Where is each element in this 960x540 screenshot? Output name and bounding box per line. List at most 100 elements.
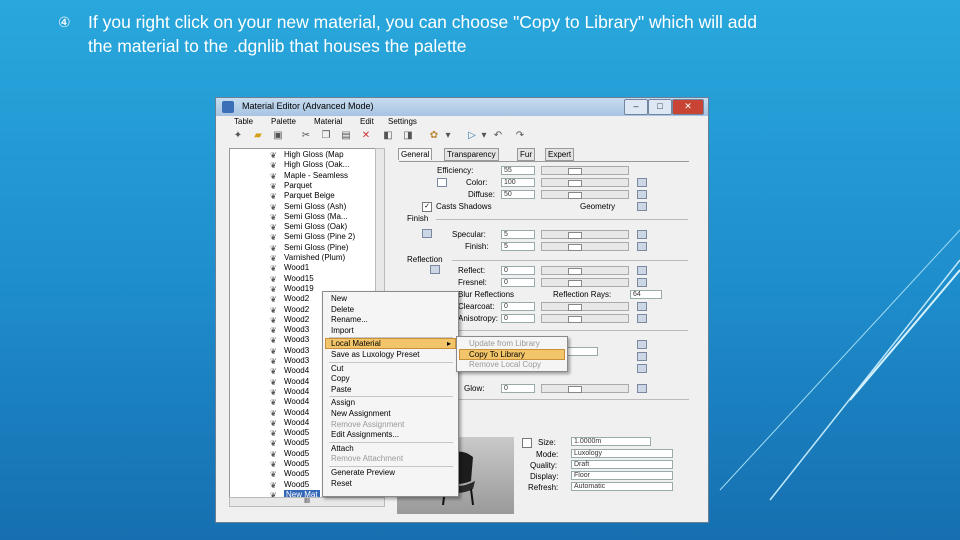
tree-row[interactable]: ❦ Semi Gloss (Ash) <box>230 202 380 212</box>
clearcoat-map-button[interactable] <box>637 302 647 311</box>
clearcoat-field[interactable]: 0 <box>501 302 535 311</box>
map-button-2[interactable] <box>637 352 647 361</box>
tab-fur[interactable]: Fur <box>517 148 535 161</box>
attach-icon[interactable]: ◨ <box>402 130 414 142</box>
color-map-icon[interactable] <box>637 178 647 187</box>
tree-horizontal-scrollbar[interactable]: III <box>229 497 385 507</box>
reflection-rays-field[interactable]: 64 <box>630 290 662 299</box>
tree-row[interactable]: ❦ Semi Gloss (Oak) <box>230 222 380 232</box>
copy-icon[interactable]: ❐ <box>320 130 332 142</box>
color-swatch[interactable] <box>437 178 447 187</box>
finish-map-button[interactable] <box>637 242 647 251</box>
assign-icon[interactable]: ◧ <box>382 130 394 142</box>
fresnel-field[interactable]: 0 <box>501 278 535 287</box>
title-bar[interactable]: Material Editor (Advanced Mode) – □ ✕ <box>216 98 708 116</box>
context-menu-item[interactable]: Assign <box>331 398 355 407</box>
new-icon[interactable]: ✦ <box>232 130 244 142</box>
casts-shadows-checkbox[interactable]: ✓ <box>422 202 432 212</box>
diffuse-field[interactable]: 50 <box>501 190 535 199</box>
menu-table[interactable]: Table <box>234 117 253 126</box>
specular-slider[interactable] <box>541 230 629 239</box>
submenu-item[interactable]: Remove Local Copy <box>469 360 541 369</box>
close-button[interactable]: ✕ <box>672 99 704 115</box>
mode-select[interactable]: Luxology <box>571 449 673 458</box>
hidden-value-field[interactable] <box>566 347 598 356</box>
refresh-select[interactable]: Automatic <box>571 482 673 491</box>
efficiency-field[interactable]: 55 <box>501 166 535 175</box>
tree-row[interactable]: ❦ Semi Gloss (Pine 2) <box>230 232 380 242</box>
context-menu-item[interactable]: New <box>331 294 347 303</box>
efficiency-slider[interactable] <box>541 166 629 175</box>
context-menu-item[interactable]: Cut <box>331 364 343 373</box>
tree-row[interactable]: ❦ High Gloss (Map <box>230 150 380 160</box>
palette-icon[interactable]: ✿ <box>428 130 440 142</box>
undo-icon[interactable]: ↶ <box>492 130 504 142</box>
tree-row[interactable]: ❦ Wood1 <box>230 263 380 273</box>
size-checkbox[interactable] <box>522 438 532 448</box>
context-menu-item[interactable]: Attach <box>331 444 354 453</box>
maximize-button[interactable]: □ <box>648 99 672 115</box>
context-menu-item[interactable]: Reset <box>331 479 352 488</box>
geometry-map-icon[interactable] <box>637 202 647 211</box>
copy-to-library-item[interactable]: Copy To Library <box>469 350 525 359</box>
open-folder-icon[interactable]: ▰ <box>252 130 264 142</box>
tab-expert[interactable]: Expert <box>545 148 575 161</box>
tree-row[interactable]: ❦ Wood15 <box>230 274 380 284</box>
context-menu-item[interactable]: Save as Luxology Preset <box>331 350 420 359</box>
diffuse-map-icon[interactable] <box>637 190 647 199</box>
tree-row[interactable]: ❦ Maple - Seamless <box>230 171 380 181</box>
anisotropy-field[interactable]: 0 <box>501 314 535 323</box>
menu-edit[interactable]: Edit <box>360 117 374 126</box>
context-menu-item[interactable]: Import <box>331 326 354 335</box>
reflect-field[interactable]: 0 <box>501 266 535 275</box>
context-menu-item[interactable]: Edit Assignments... <box>331 430 399 439</box>
finish-slider[interactable] <box>541 242 629 251</box>
map-button-1[interactable] <box>637 340 647 349</box>
tab-transparency[interactable]: Transparency <box>444 148 499 161</box>
context-menu-item[interactable]: Generate Preview <box>331 468 395 477</box>
display-select[interactable]: Floor <box>571 471 673 480</box>
diffuse-slider[interactable] <box>541 190 629 199</box>
tree-row[interactable]: ❦ Semi Gloss (Ma... <box>230 212 380 222</box>
save-icon[interactable]: ▣ <box>272 130 284 142</box>
glow-map-button[interactable] <box>637 384 647 393</box>
fresnel-map-button[interactable] <box>637 278 647 287</box>
context-menu-item[interactable]: Copy <box>331 374 350 383</box>
color-field[interactable]: 100 <box>501 178 535 187</box>
reflect-slider[interactable] <box>541 266 629 275</box>
context-menu-item[interactable]: Local Material <box>331 339 381 348</box>
menu-palette[interactable]: Palette <box>271 117 296 126</box>
tree-row[interactable]: ❦ Semi Gloss (Pine) <box>230 243 380 253</box>
reflect-map-button[interactable] <box>637 266 647 275</box>
quality-select[interactable]: Draft <box>571 460 673 469</box>
size-field[interactable]: 1.0000m <box>571 437 651 446</box>
pointer-dropdown-icon[interactable]: ▾ <box>478 130 490 142</box>
specular-map-button[interactable] <box>637 230 647 239</box>
anisotropy-map-button[interactable] <box>637 314 647 323</box>
tree-row[interactable]: ❦ High Gloss (Oak... <box>230 160 380 170</box>
minimize-button[interactable]: – <box>624 99 648 115</box>
map-button-3[interactable] <box>637 364 647 373</box>
fresnel-slider[interactable] <box>541 278 629 287</box>
finish-field[interactable]: 5 <box>501 242 535 251</box>
context-menu-item[interactable]: Remove Assignment <box>331 420 404 429</box>
tree-row[interactable]: ❦ Varnished (Plum) <box>230 253 380 263</box>
tab-general[interactable]: General <box>398 148 433 160</box>
cut-icon[interactable]: ✂ <box>300 130 312 142</box>
glow-field[interactable]: 0 <box>501 384 535 393</box>
tree-row[interactable]: ❦ Parquet <box>230 181 380 191</box>
context-menu-item[interactable]: Rename... <box>331 315 368 324</box>
submenu-item[interactable]: Update from Library <box>469 339 540 348</box>
menu-settings[interactable]: Settings <box>388 117 417 126</box>
specular-field[interactable]: 5 <box>501 230 535 239</box>
menu-material[interactable]: Material <box>314 117 342 126</box>
delete-icon[interactable]: ✕ <box>360 130 372 142</box>
redo-icon[interactable]: ↷ <box>514 130 526 142</box>
glow-slider[interactable] <box>541 384 629 393</box>
anisotropy-slider[interactable] <box>541 314 629 323</box>
context-menu-item[interactable]: Remove Attachment <box>331 454 403 463</box>
clearcoat-slider[interactable] <box>541 302 629 311</box>
specular-map-icon[interactable] <box>422 229 432 238</box>
context-menu-item[interactable]: Delete <box>331 305 354 314</box>
color-slider[interactable] <box>541 178 629 187</box>
